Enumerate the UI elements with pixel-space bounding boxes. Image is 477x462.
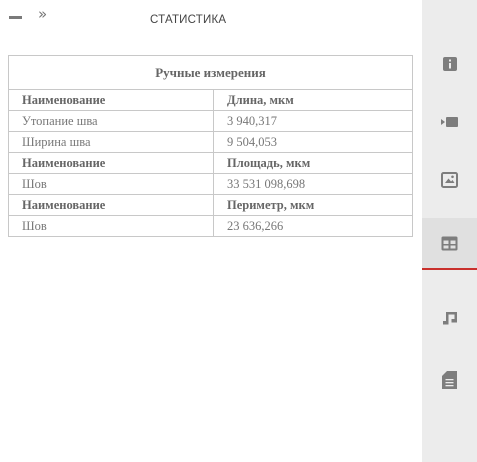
sidebar-rail: [422, 0, 477, 462]
statistics-panel: » СТАТИСТИКА Ручные измерения Наименован…: [0, 0, 422, 462]
table-icon: [441, 236, 458, 250]
panel-header: » СТАТИСТИКА: [0, 0, 422, 44]
music-icon: [442, 312, 457, 325]
sidebar-item-audio[interactable]: [422, 292, 477, 344]
table-caption: Ручные измерения: [8, 55, 413, 90]
table-row: Ширина шва 9 504,053: [8, 131, 413, 153]
table-cell-name: Шов: [8, 173, 214, 195]
column-header-name: Наименование: [8, 194, 214, 216]
sidebar-item-info[interactable]: [422, 38, 477, 90]
table-header-row: Наименование Площадь, мкм: [8, 152, 413, 174]
chevrons-right-icon[interactable]: »: [38, 6, 47, 22]
table-cell-value: 33 531 098,698: [213, 173, 413, 195]
column-header-name: Наименование: [8, 152, 214, 174]
table-row: Шов 33 531 098,698: [8, 173, 413, 195]
video-icon: [440, 117, 458, 127]
table-row: Утопание шва 3 940,317: [8, 110, 413, 132]
sidebar-item-statistics[interactable]: [422, 218, 477, 270]
column-header-perimeter: Периметр, мкм: [213, 194, 413, 216]
column-header-name: Наименование: [8, 89, 214, 111]
sidebar-item-video[interactable]: [422, 96, 477, 148]
panel-title: СТАТИСТИКА: [150, 14, 227, 26]
table-cell-name: Утопание шва: [8, 110, 214, 132]
table-cell-value: 3 940,317: [213, 110, 413, 132]
minimize-icon[interactable]: [9, 16, 22, 19]
info-icon: [442, 57, 457, 71]
sidebar-item-image[interactable]: [422, 154, 477, 206]
measurements-table: Ручные измерения Наименование Длина, мкм…: [8, 55, 413, 237]
image-icon: [441, 172, 458, 188]
sidebar-item-document[interactable]: [422, 354, 477, 406]
table-cell-name: Ширина шва: [8, 131, 214, 153]
table-cell-value: 23 636,266: [213, 215, 413, 237]
table-header-row: Наименование Периметр, мкм: [8, 194, 413, 216]
column-header-length: Длина, мкм: [213, 89, 413, 111]
table-cell-value: 9 504,053: [213, 131, 413, 153]
column-header-area: Площадь, мкм: [213, 152, 413, 174]
table-header-row: Наименование Длина, мкм: [8, 89, 413, 111]
table-row: Шов 23 636,266: [8, 215, 413, 237]
table-cell-name: Шов: [8, 215, 214, 237]
document-icon: [442, 371, 457, 389]
